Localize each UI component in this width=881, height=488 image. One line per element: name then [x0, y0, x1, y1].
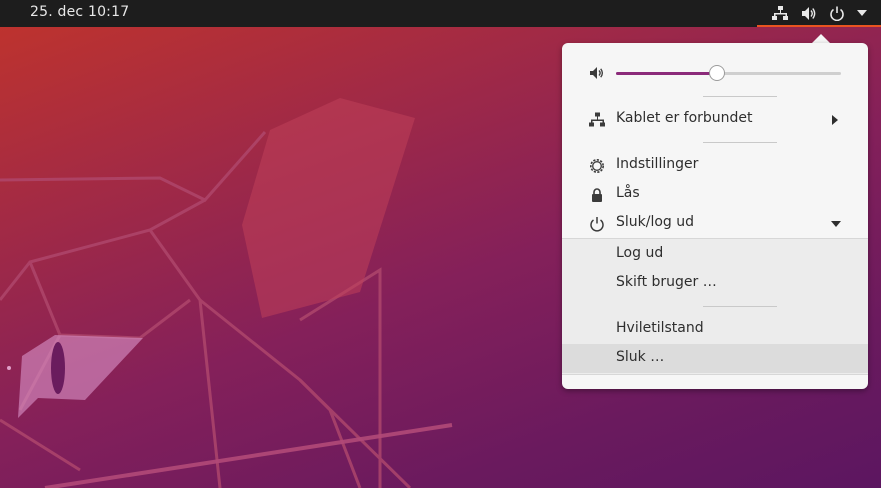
tray-active-indicator	[757, 25, 881, 27]
lock-label: Lås	[616, 185, 640, 201]
power-icon	[590, 217, 604, 232]
chevron-right-icon	[832, 115, 838, 125]
settings-item[interactable]: Indstillinger	[562, 151, 868, 180]
switch-user-item[interactable]: Skift bruger …	[562, 269, 868, 298]
volume-slider-fill	[616, 72, 718, 75]
volume-slider[interactable]	[616, 65, 841, 81]
menu-caret	[812, 34, 830, 43]
clock[interactable]: 25. dec 10:17	[30, 4, 129, 20]
system-menu: Kablet er forbundet Indstillinger Lås Sl…	[562, 43, 868, 389]
logout-label: Log ud	[616, 245, 664, 261]
settings-label: Indstillinger	[616, 156, 699, 172]
volume-slider-handle[interactable]	[709, 65, 726, 81]
network-label: Kablet er forbundet	[616, 110, 753, 126]
shutdown-label: Sluk …	[616, 349, 665, 365]
network-wired-icon	[589, 112, 605, 127]
top-bar: 25. dec 10:17	[0, 0, 881, 27]
separator	[703, 96, 777, 97]
network-item[interactable]: Kablet er forbundet	[562, 105, 868, 134]
logout-item[interactable]: Log ud	[562, 240, 868, 269]
separator	[703, 306, 777, 307]
speaker-icon	[802, 7, 816, 20]
menu-arrow-icon	[857, 10, 867, 16]
suspend-item[interactable]: Hviletilstand	[562, 315, 868, 344]
power-item[interactable]: Sluk/log ud	[562, 209, 868, 238]
system-tray[interactable]	[757, 0, 881, 27]
suspend-label: Hviletilstand	[616, 320, 704, 336]
lock-icon	[592, 188, 602, 202]
switch-user-label: Skift bruger …	[616, 274, 717, 290]
gear-icon	[590, 159, 604, 173]
power-submenu: Log ud Skift bruger … Hviletilstand Sluk…	[562, 238, 868, 375]
power-icon	[830, 6, 844, 21]
lock-item[interactable]: Lås	[562, 180, 868, 209]
separator	[703, 142, 777, 143]
chevron-down-icon	[831, 221, 841, 227]
network-wired-icon	[772, 6, 788, 20]
speaker-icon	[590, 67, 603, 79]
shutdown-item[interactable]: Sluk …	[562, 344, 868, 373]
power-label: Sluk/log ud	[616, 214, 695, 230]
volume-row	[562, 58, 868, 87]
